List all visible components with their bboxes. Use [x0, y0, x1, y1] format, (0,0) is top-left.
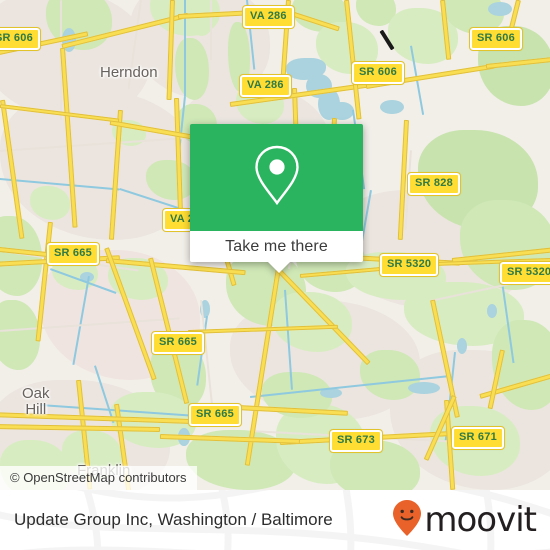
- callout-pointer-tail: [268, 262, 290, 273]
- road-shield[interactable]: SR 606: [0, 27, 41, 51]
- location-callout-card[interactable]: Take me there: [190, 124, 363, 273]
- road-shield[interactable]: SR 665: [46, 242, 100, 266]
- footer-bar: Update Group Inc, Washington / Baltimore…: [0, 490, 550, 550]
- map-place-label: Oak Hill: [22, 386, 50, 418]
- map-place-label-line1: Oak: [22, 385, 50, 402]
- moovit-wordmark: moovit: [424, 500, 537, 540]
- map-road-minor: [210, 0, 212, 60]
- map-place-label-line2: Hill: [25, 401, 47, 418]
- road-shield[interactable]: SR 673: [329, 429, 383, 453]
- road-shield[interactable]: VA 286: [242, 5, 295, 29]
- footer-location-title: Update Group Inc, Washington / Baltimore: [14, 510, 333, 529]
- map-water-body: [487, 304, 497, 318]
- road-shield[interactable]: VA 286: [239, 74, 292, 98]
- map-water-body: [380, 100, 404, 114]
- map-canvas[interactable]: Herndon Oak Hill Franklin SR 606 VA 286 …: [0, 0, 550, 490]
- osm-attribution[interactable]: © OpenStreetMap contributors: [0, 466, 197, 490]
- road-shield[interactable]: SR 606: [469, 27, 523, 51]
- map-area-park: [0, 300, 40, 370]
- road-shield[interactable]: SR 665: [188, 403, 242, 427]
- take-me-there-label: Take me there: [225, 237, 328, 255]
- road-shield[interactable]: SR 671: [451, 426, 505, 450]
- road-shield[interactable]: SR 5320: [378, 253, 440, 277]
- road-shield[interactable]: SR 665: [151, 331, 205, 355]
- map-water-body: [408, 382, 440, 394]
- moovit-smiling-pin-icon: [392, 499, 422, 542]
- callout-icon-panel: [190, 124, 363, 231]
- map-place-label: Herndon: [100, 64, 158, 81]
- map-water-body: [457, 338, 467, 354]
- road-shield[interactable]: SR 5320: [498, 261, 550, 285]
- callout-action-bar[interactable]: Take me there: [190, 231, 363, 273]
- map-pin-icon: [251, 143, 303, 212]
- screenshot-root: Herndon Oak Hill Franklin SR 606 VA 286 …: [0, 0, 550, 550]
- map-water-body: [488, 2, 512, 16]
- moovit-brand-logo[interactable]: moovit: [392, 490, 537, 550]
- road-shield[interactable]: SR 828: [407, 172, 461, 196]
- road-shield[interactable]: SR 606: [351, 61, 405, 85]
